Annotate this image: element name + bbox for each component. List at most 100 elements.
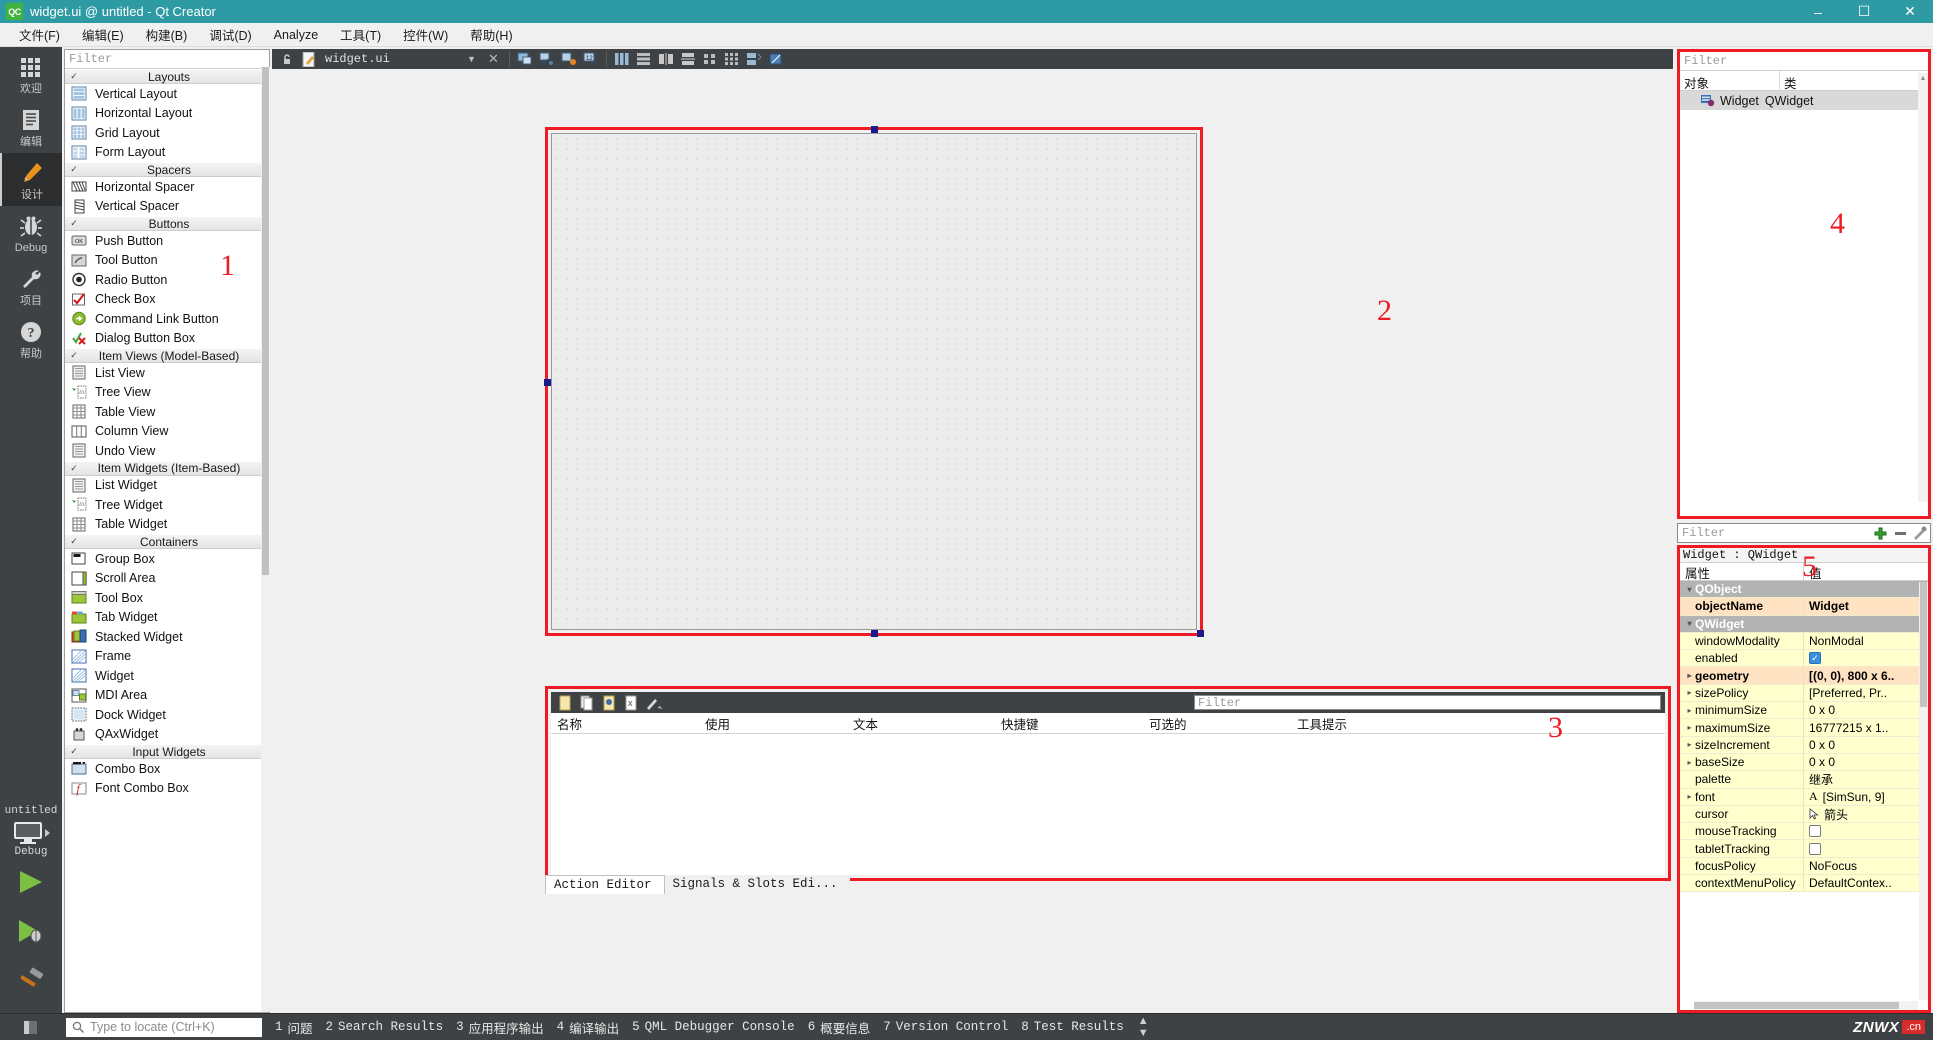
minimize-button[interactable]: – — [1795, 0, 1841, 23]
output-pane-tab[interactable]: 8 Test Results — [1021, 1020, 1124, 1034]
property-row[interactable]: enabled ✓ — [1680, 650, 1928, 668]
sidebar-toggle-icon[interactable] — [0, 1020, 62, 1035]
mode-grid[interactable]: 欢迎 — [0, 47, 62, 100]
property-editor-vscrollbar[interactable] — [1919, 582, 1928, 1000]
output-pane-tab[interactable]: 2 Search Results — [326, 1020, 444, 1034]
widget-item[interactable]: Command Link Button — [65, 309, 269, 329]
expander-icon[interactable]: ▸ — [1684, 740, 1695, 749]
configure-property-icon[interactable] — [1910, 524, 1930, 542]
locator-input[interactable]: Type to locate (Ctrl+K) — [66, 1017, 262, 1037]
action-column-header[interactable]: 名称 — [551, 714, 699, 733]
edit-signals-slots-icon[interactable] — [536, 50, 557, 68]
resize-handle-left[interactable] — [544, 379, 551, 386]
output-pane-tab[interactable]: 4 编译输出 — [557, 1018, 620, 1037]
expander-icon[interactable]: ▸ — [1684, 706, 1695, 715]
widget-box-filter[interactable]: Filter — [65, 50, 269, 69]
property-value-cell[interactable]: 箭头 — [1804, 806, 1928, 822]
property-value-cell[interactable]: 16777215 x 1.. — [1804, 719, 1928, 735]
property-checkbox[interactable] — [1809, 825, 1821, 838]
object-column-header[interactable]: 对象 — [1680, 71, 1780, 91]
widget-item[interactable]: Vertical Layout — [65, 84, 269, 104]
property-row[interactable]: ▸ minimumSize 0 x 0 — [1680, 702, 1928, 720]
property-row[interactable]: objectName Widget — [1680, 598, 1928, 616]
property-row[interactable]: tabletTracking — [1680, 840, 1928, 858]
property-value-cell[interactable]: 0 x 0 — [1804, 754, 1928, 770]
object-inspector-scrollbar[interactable]: ▲ — [1918, 73, 1928, 502]
object-inspector-filter[interactable]: Filter — [1680, 52, 1928, 71]
build-button[interactable] — [14, 967, 48, 998]
property-value-cell[interactable]: [(0, 0), 800 x 6.. — [1804, 667, 1928, 683]
property-row[interactable]: ▸ geometry [(0, 0), 800 x 6.. — [1680, 667, 1928, 685]
widget-item[interactable]: Scroll Area — [65, 569, 269, 589]
lock-icon[interactable] — [276, 50, 297, 68]
property-row[interactable]: ▸ maximumSize 16777215 x 1.. — [1680, 719, 1928, 737]
editor-tab[interactable]: Signals & Slots Edi... — [664, 875, 850, 894]
adjust-size-icon[interactable] — [765, 50, 786, 68]
widget-item[interactable]: Form Layout — [65, 143, 269, 163]
layout-in-splitter-h-icon[interactable] — [655, 50, 676, 68]
property-checkbox[interactable] — [1809, 842, 1821, 855]
action-column-header[interactable]: 工具提示 — [1291, 714, 1491, 733]
expander-icon[interactable]: ▾ — [1684, 585, 1695, 594]
debug-run-button[interactable] — [14, 918, 48, 949]
break-layout-icon[interactable] — [743, 50, 764, 68]
property-row[interactable]: mouseTracking — [1680, 823, 1928, 841]
output-pane-tab[interactable]: 1 问题 — [275, 1018, 313, 1037]
property-value-cell[interactable]: [Preferred, Pr.. — [1804, 685, 1928, 701]
run-button[interactable] — [14, 869, 48, 900]
widget-item[interactable]: Stacked Widget — [65, 627, 269, 647]
close-icon[interactable]: ✕ — [483, 50, 504, 68]
menu-item-2[interactable]: 构建(B) — [135, 22, 199, 47]
action-editor-body[interactable] — [551, 734, 1665, 875]
property-checkbox[interactable]: ✓ — [1809, 652, 1821, 665]
property-value-cell[interactable]: ✓ — [1804, 650, 1928, 666]
widget-group-header[interactable]: ✓ Item Widgets (Item-Based) — [65, 460, 269, 476]
widget-group-header[interactable]: ✓ Buttons — [65, 216, 269, 231]
widget-item[interactable]: List View — [65, 363, 269, 383]
property-value-cell[interactable]: A [SimSun, 9] — [1804, 789, 1928, 805]
menu-item-4[interactable]: Analyze — [263, 25, 329, 45]
widget-item[interactable]: Dialog Button Box — [65, 329, 269, 349]
widget-item[interactable]: MDI Area — [65, 686, 269, 706]
widget-group-header[interactable]: ✓ Input Widgets — [65, 744, 269, 759]
expander-icon[interactable]: ▸ — [1684, 688, 1695, 697]
widget-item[interactable]: Combo Box — [65, 759, 269, 779]
add-property-icon[interactable] — [1870, 524, 1890, 542]
property-row[interactable]: ▸ font A [SimSun, 9] — [1680, 788, 1928, 806]
property-row[interactable]: ▾ QWidget — [1680, 615, 1928, 633]
action-column-header[interactable]: 可选的 — [1143, 714, 1291, 733]
object-column-header[interactable]: 类 — [1780, 71, 1797, 91]
widget-item[interactable]: Vertical Spacer — [65, 197, 269, 217]
mode-document[interactable]: 编辑 — [0, 100, 62, 153]
remove-property-icon[interactable] — [1890, 524, 1910, 542]
property-editor-hscroll-thumb[interactable] — [1694, 1002, 1899, 1009]
property-row[interactable]: cursor 箭头 — [1680, 805, 1928, 824]
mode-bug[interactable]: Debug — [0, 206, 62, 259]
action-column-header[interactable]: 快捷键 — [995, 714, 1143, 733]
property-editor-filter-placeholder[interactable]: Filter — [1678, 526, 1870, 540]
widget-group-header[interactable]: ✓ Layouts — [65, 69, 269, 84]
property-row[interactable]: windowModality NonModal — [1680, 632, 1928, 651]
expander-icon[interactable]: ▸ — [1684, 792, 1695, 801]
widget-item[interactable]: Check Box — [65, 290, 269, 310]
mode-pencil[interactable]: 设计 — [0, 153, 62, 206]
menu-item-5[interactable]: 工具(T) — [329, 22, 392, 47]
widget-item[interactable]: Tab Widget — [65, 608, 269, 628]
widget-item[interactable]: Undo View — [65, 441, 269, 461]
widget-item[interactable]: Grid Layout — [65, 123, 269, 143]
widget-item[interactable]: Dock Widget — [65, 705, 269, 725]
layout-in-splitter-v-icon[interactable] — [677, 50, 698, 68]
property-row[interactable]: ▸ sizeIncrement 0 x 0 — [1680, 736, 1928, 754]
copy-action-icon[interactable] — [577, 694, 598, 712]
monitor-icon[interactable] — [12, 821, 50, 845]
edit-tab-order-icon[interactable]: 12 — [580, 50, 601, 68]
resize-handle-corner[interactable] — [1197, 630, 1204, 637]
widget-group-header[interactable]: ✓ Item Views (Model-Based) — [65, 348, 269, 363]
widget-item[interactable]: Widget — [65, 666, 269, 686]
edit-buddies-icon[interactable] — [558, 50, 579, 68]
chevron-down-icon[interactable]: ▼ — [461, 50, 482, 68]
expander-icon[interactable]: ▸ — [1684, 723, 1695, 732]
menu-item-1[interactable]: 编辑(E) — [71, 22, 135, 47]
property-value-cell[interactable]: NonModal — [1804, 633, 1928, 649]
property-value-cell[interactable]: DefaultContex.. — [1804, 875, 1928, 891]
